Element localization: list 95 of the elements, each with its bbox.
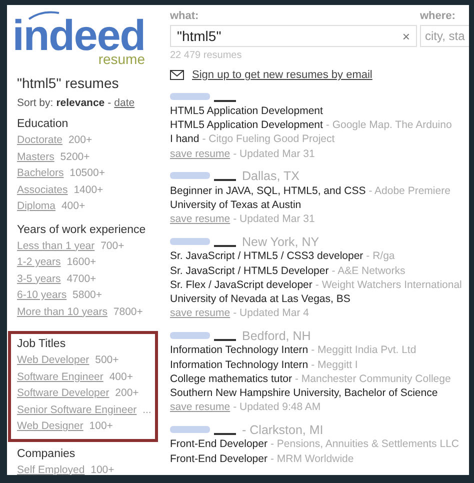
facet-count: 200+ (68, 134, 92, 146)
facet-link[interactable]: Associates (17, 184, 68, 196)
company-name: - Weight Watchers International (315, 278, 462, 291)
facet-title: Years of work experience (17, 222, 147, 238)
email-signup-link[interactable]: Sign up to get new resumes by email (192, 69, 372, 81)
facet-link[interactable]: 6-10 years (17, 289, 67, 301)
blurred-name (170, 424, 238, 436)
what-label: what: (170, 10, 200, 23)
facet-link[interactable]: Senior Software Engineer (17, 404, 137, 416)
job-title: HTML5 Application Development (170, 105, 323, 117)
candidate-location: New York, NY (242, 234, 320, 249)
company-name: - Meggitt I (311, 358, 358, 371)
candidate-location: Bedford, NH (242, 328, 311, 343)
facet-link[interactable]: Self Employed (17, 464, 85, 475)
updated-date: - Updated Mar 31 (233, 148, 315, 160)
education-text: Southern New Hampshire University, Bachelor of Science (170, 386, 439, 400)
education-text: University of Texas at Austin (170, 198, 302, 212)
facet-link[interactable]: Bachelors (17, 167, 64, 179)
save-resume-link[interactable]: save resume (170, 213, 230, 226)
facet-link[interactable]: Web Developer (17, 354, 90, 366)
blurred-name (170, 90, 238, 102)
updated-date: - Updated Mar 31 (233, 213, 315, 226)
sort-label: Sort by: (17, 97, 54, 109)
what-field[interactable]: "html5" × (170, 25, 417, 47)
facet-count: 10500+ (70, 167, 105, 179)
results-count: 22 479 resumes (170, 50, 243, 61)
company-name: - Adobe Premiere (368, 184, 450, 197)
company-name: - MRM Worldwide (270, 452, 354, 465)
facet-count: 400+ (109, 370, 133, 382)
facet-link[interactable]: Web Designer (17, 420, 84, 432)
company-name: - Google Map. The Arduino (326, 119, 452, 132)
education-text: University of Nevada at Las Vegas, BS (170, 292, 352, 306)
facet-count: 7800+ (113, 306, 143, 318)
facet-count: 1400+ (74, 184, 104, 196)
candidate-location: Dallas, TX (242, 169, 300, 184)
blurred-name (170, 330, 238, 342)
facet-link[interactable]: Software Engineer (17, 370, 104, 382)
facet-title: Job Titles (17, 337, 67, 352)
facet-link[interactable]: Less than 1 year (17, 240, 95, 252)
job-title: Front-End Developer (170, 452, 268, 465)
job-title: Front-End Developer (170, 438, 268, 450)
job-title: Beginner in JAVA, SQL, HTML5, and CSS (170, 184, 366, 197)
save-resume-link[interactable]: save resume (170, 148, 230, 160)
updated-date: - Updated Mar 4 (233, 307, 309, 320)
where-field[interactable]: city, sta (420, 25, 469, 47)
job-title: Information Technology Intern (170, 344, 308, 356)
company-name: - A&E Networks (332, 264, 406, 277)
save-resume-link[interactable]: save resume (170, 401, 230, 414)
logo-arc-icon (27, 11, 61, 20)
logo-brand: indeed (12, 20, 145, 52)
job-title: Information Technology Intern (170, 358, 308, 371)
company-name: - Meggitt India Pvt. Ltd (311, 344, 416, 356)
clear-button[interactable]: × (402, 28, 410, 44)
facet-title: Education (17, 117, 70, 132)
save-resume-link[interactable]: save resume (170, 307, 230, 320)
facet-count: 400+ (61, 200, 86, 212)
facet-link[interactable]: 1-2 years (17, 256, 61, 268)
blurred-name (170, 170, 238, 182)
facet-count: 5800+ (72, 289, 102, 301)
company-name: - Citgo Fueling Good Project (202, 133, 335, 146)
facet-count: 1600+ (66, 256, 96, 268)
sort-separator: - (108, 97, 112, 109)
facet-count: 5200+ (60, 150, 90, 162)
facet-link[interactable]: More than 10 years (17, 306, 108, 318)
blurred-name (170, 236, 238, 248)
job-title: Sr. JavaScript / HTML5 Developer (170, 264, 329, 277)
job-title: Sr. JavaScript / HTML5 / CSS3 developer (170, 250, 364, 262)
facet-count: 100+ (90, 464, 114, 475)
updated-date: - Updated 9:48 AM (233, 401, 321, 414)
sort-option[interactable]: date (114, 97, 135, 109)
candidate-location: - Clarkston, MI (242, 422, 324, 437)
company-name: - Manchester Community College (294, 372, 451, 385)
job-title: HTML5 Application Development (170, 119, 323, 132)
facet-link[interactable]: 3-5 years (17, 272, 61, 284)
job-title: Sr. Flex / JavaScript developer (170, 278, 312, 291)
facet-link[interactable]: Doctorate (17, 134, 63, 146)
company-name: - R/ga (366, 250, 395, 262)
company-name: - Pensions, Annuities & Settlements LLC (270, 438, 459, 450)
results-heading: "html5" resumes (17, 75, 120, 91)
facet-count: 200+ (115, 387, 139, 399)
facet-link[interactable]: Masters (17, 150, 54, 162)
job-title: College mathematics tutor (170, 372, 292, 385)
envelope-icon (170, 70, 184, 80)
facet-link[interactable]: Diploma (17, 200, 56, 212)
facet-count: 100+ (89, 420, 113, 432)
where-label: where: (420, 10, 456, 23)
logo-subtitle: resume (98, 52, 145, 66)
job-title: I hand (170, 133, 200, 146)
facet-title: Companies (17, 446, 76, 462)
facet-count: 700+ (100, 240, 124, 252)
facet-count: ... (142, 404, 152, 416)
facet-link[interactable]: Software Developer (17, 387, 110, 399)
facet-count: 500+ (95, 354, 119, 366)
sort-option[interactable]: relevance (56, 97, 105, 109)
facet-count: 4700+ (66, 272, 96, 284)
